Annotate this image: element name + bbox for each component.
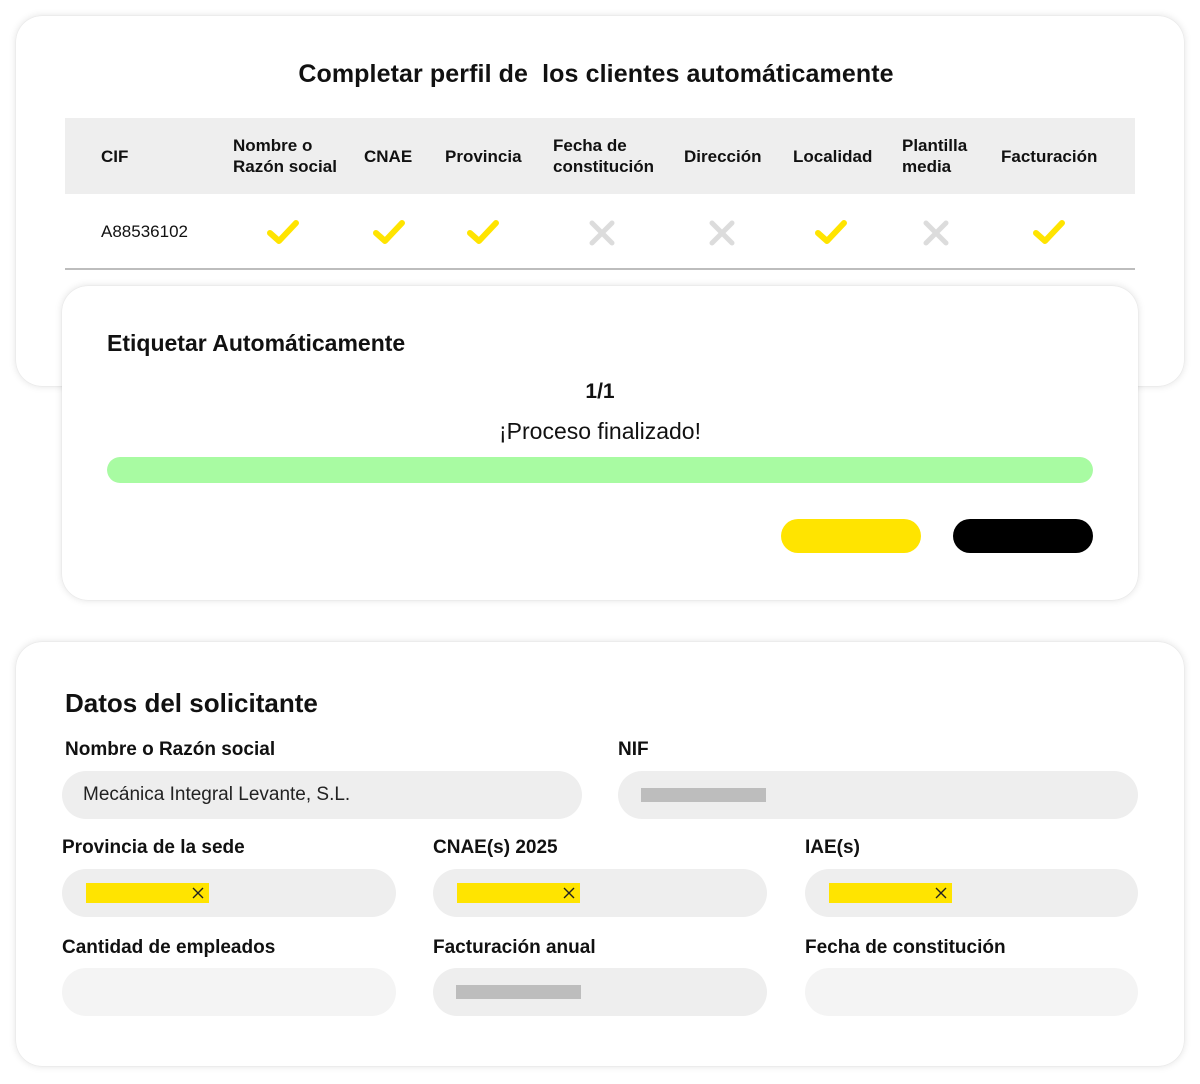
enrichment-title: Completar perfil de los clientes automát…: [298, 60, 894, 88]
name-label: Nombre o Razón social: [65, 739, 276, 760]
column-header-founded: Fecha de constitución: [553, 136, 655, 176]
cross-icon: [589, 220, 615, 246]
founded-label: Fecha de constitución: [805, 937, 1006, 958]
employees-label: Cantidad de empleados: [62, 937, 276, 958]
table-row: A88536102: [65, 194, 1135, 270]
form-title: Datos del solicitante: [65, 688, 318, 718]
modal-title: Etiquetar Automáticamente: [107, 330, 406, 356]
column-header-revenue: Facturación: [1001, 146, 1098, 166]
cross-icon: [709, 220, 735, 246]
column-header-staff: Plantilla media: [902, 136, 968, 176]
table-header: CIF Nombre o Razón social CNAE Provincia…: [65, 118, 1135, 194]
province-label: Provincia de la sede: [62, 837, 245, 858]
remove-tag-icon[interactable]: [935, 887, 947, 899]
progress-count: 1/1: [585, 380, 615, 403]
column-header-province: Provincia: [445, 146, 522, 166]
iae-label: IAE(s): [805, 837, 860, 858]
employees-field[interactable]: [62, 968, 396, 1016]
name-field[interactable]: Mecánica Integral Levante, S.L.: [62, 771, 582, 819]
auto-tag-modal: Etiquetar Automáticamente 1/1 ¡Proceso f…: [62, 286, 1138, 600]
remove-tag-icon[interactable]: [563, 887, 575, 899]
nif-label: NIF: [618, 739, 649, 760]
progress-bar-fill: [107, 457, 1093, 483]
province-tag-chip[interactable]: [86, 883, 209, 903]
cnae-tag-chip[interactable]: [457, 883, 580, 903]
cnae-label: CNAE(s) 2025: [433, 837, 558, 858]
checkmark-icon: [373, 220, 405, 244]
province-field[interactable]: [62, 869, 396, 917]
cif-value: A88536102: [101, 222, 188, 241]
cross-icon: [923, 220, 949, 246]
revenue-field[interactable]: [433, 968, 767, 1016]
applicant-form-card: Datos del solicitante Nombre o Razón soc…: [16, 642, 1184, 1066]
remove-tag-icon[interactable]: [192, 887, 204, 899]
column-header-address: Dirección: [684, 146, 762, 166]
secondary-action-button[interactable]: [953, 519, 1093, 553]
primary-action-button[interactable]: [781, 519, 921, 553]
iae-field[interactable]: [805, 869, 1138, 917]
name-field-value: Mecánica Integral Levante, S.L.: [83, 784, 351, 805]
column-header-name: Nombre o Razón social: [233, 136, 337, 176]
column-header-cif: CIF: [101, 146, 129, 166]
cnae-field[interactable]: [433, 869, 767, 917]
column-header-cnae: CNAE: [364, 146, 413, 166]
nif-field[interactable]: [618, 771, 1138, 819]
revenue-placeholder-bar: [456, 985, 581, 999]
progress-status: ¡Proceso finalizado!: [499, 418, 701, 444]
checkmark-icon: [1033, 220, 1065, 244]
checkmark-icon: [267, 220, 299, 244]
founded-field[interactable]: [805, 968, 1138, 1016]
nif-placeholder-bar: [641, 788, 766, 802]
revenue-label: Facturación anual: [433, 937, 596, 958]
progress-bar: [107, 457, 1093, 483]
checkmark-icon: [815, 220, 847, 244]
iae-tag-chip[interactable]: [829, 883, 952, 903]
column-header-locality: Localidad: [793, 146, 873, 166]
checkmark-icon: [467, 220, 499, 244]
